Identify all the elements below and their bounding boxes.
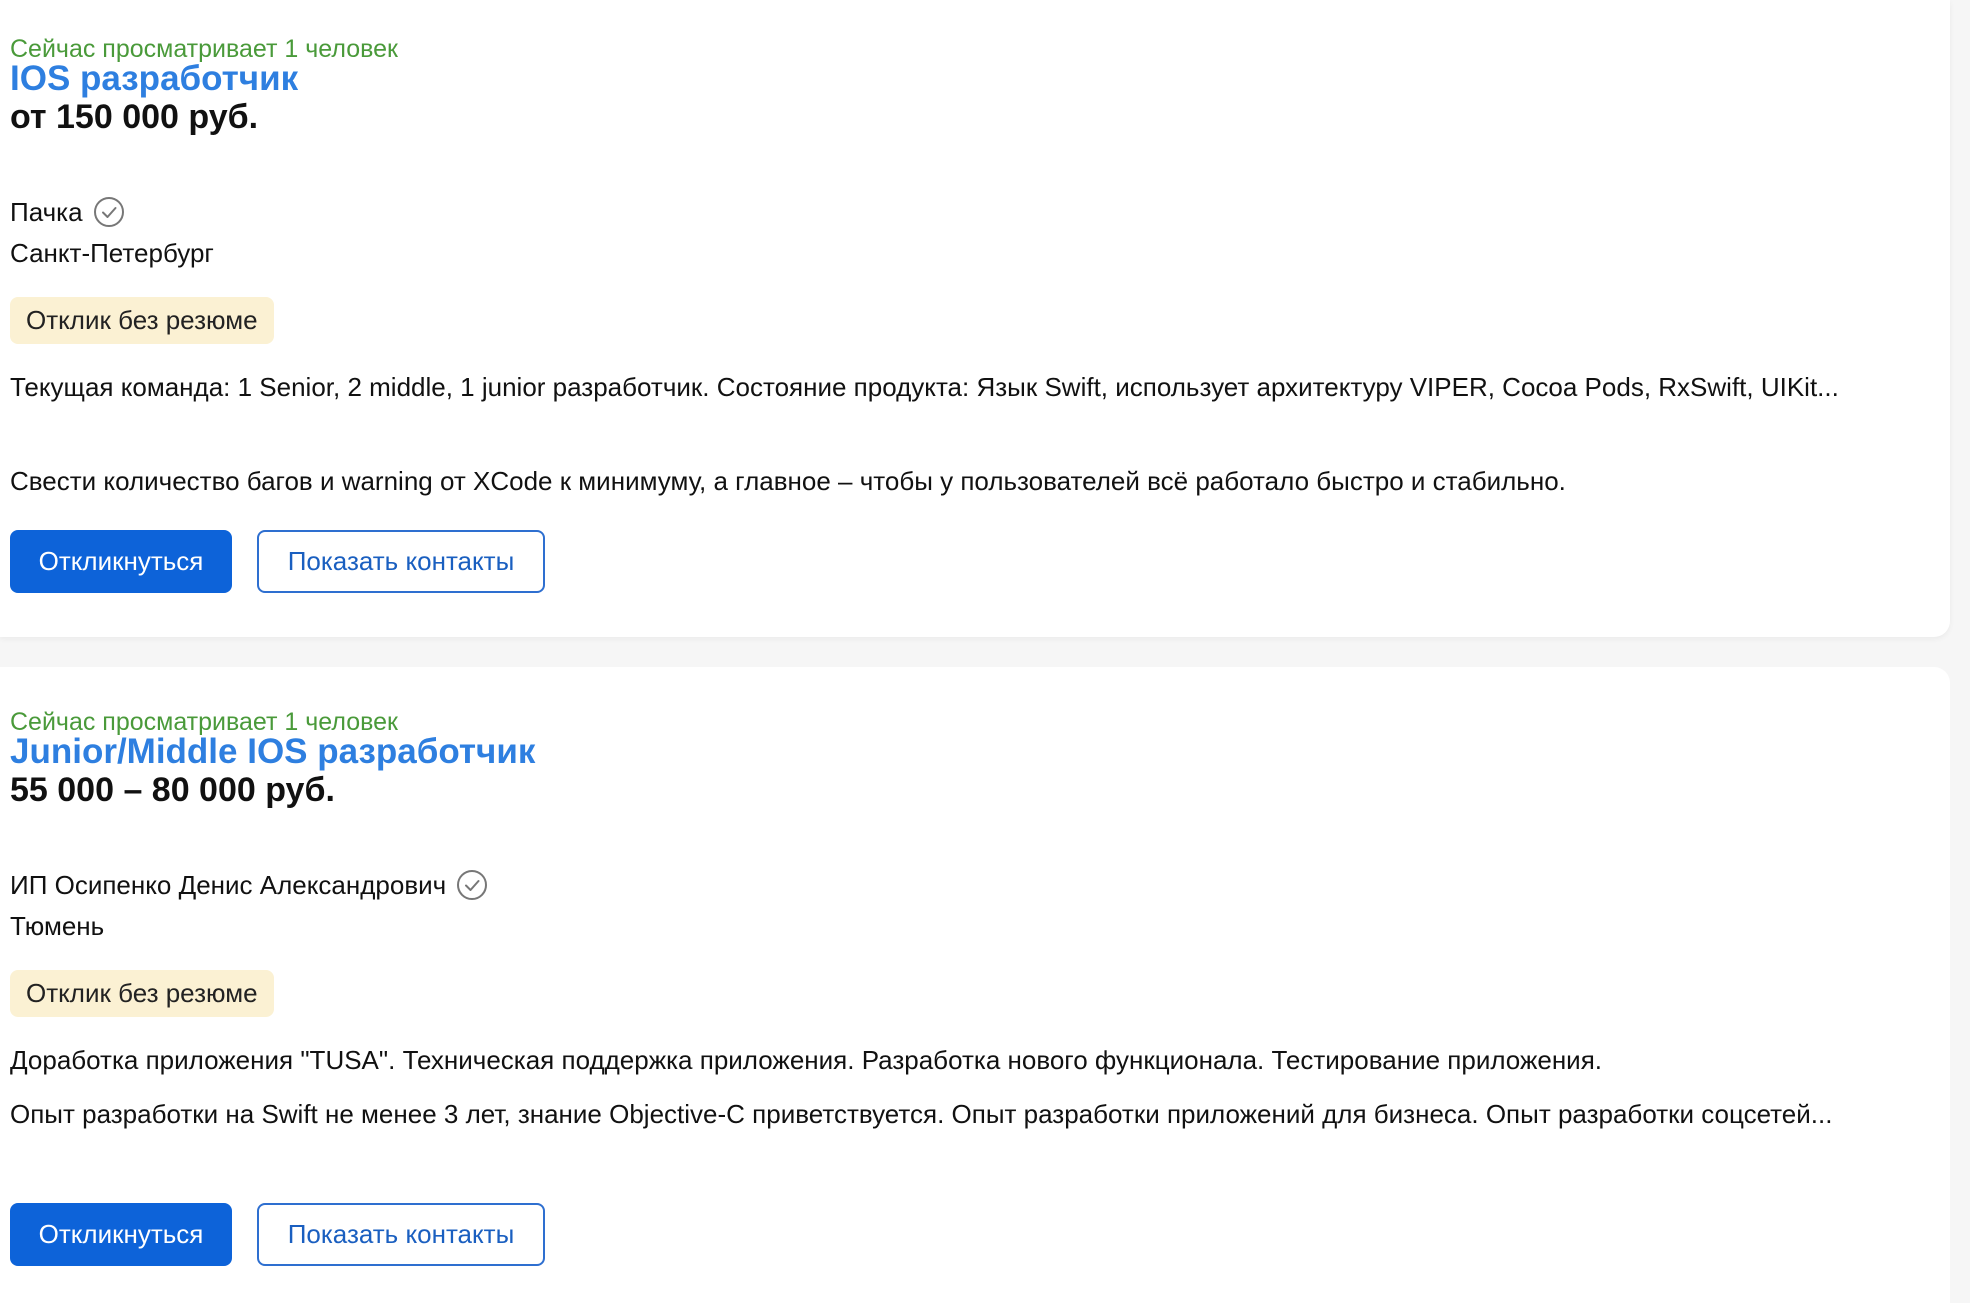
vacancy-description-responsibilities: Текущая команда: 1 Senior, 2 middle, 1 j…	[10, 372, 1839, 402]
respond-button[interactable]: Откликнуться	[10, 530, 232, 593]
no-resume-badge: Отклик без резюме	[10, 970, 274, 1017]
vacancy-city: Тюмень	[10, 911, 105, 941]
vacancy-title-link[interactable]: Junior/Middle IOS разработчик	[10, 731, 535, 773]
vacancy-salary: от 150 000 руб.	[10, 98, 259, 136]
employer-name[interactable]: ИП Осипенко Денис Александрович	[10, 869, 488, 901]
vacancy-card: Сейчас просматривает 1 человек Junior/Mi…	[0, 667, 1950, 1303]
respond-button[interactable]: Откликнуться	[10, 1203, 232, 1266]
employer-name[interactable]: Пачка	[10, 196, 125, 228]
vacancy-description-requirements: Свести количество багов и warning от XCo…	[10, 466, 1566, 496]
no-resume-badge: Отклик без резюме	[10, 297, 274, 344]
show-contacts-button[interactable]: Показать контакты	[257, 530, 545, 593]
vacancy-description-responsibilities: Доработка приложения "TUSA". Техническая…	[10, 1045, 1603, 1075]
employer-name-label: Пачка	[10, 197, 83, 227]
show-contacts-button[interactable]: Показать контакты	[257, 1203, 545, 1266]
vacancy-list: Сейчас просматривает 1 человек IOS разра…	[0, 0, 1970, 1303]
check-circle-icon	[457, 870, 488, 900]
vacancy-salary: 55 000 – 80 000 руб.	[10, 771, 335, 809]
employer-name-label: ИП Осипенко Денис Александрович	[10, 870, 447, 900]
check-circle-icon	[93, 197, 124, 227]
vacancy-title-link[interactable]: IOS разработчик	[10, 58, 298, 100]
vacancy-city: Санкт-Петербург	[10, 238, 214, 268]
vacancy-card: Сейчас просматривает 1 человек IOS разра…	[0, 0, 1950, 637]
vacancy-description-requirements: Опыт разработки на Swift не менее 3 лет,…	[10, 1099, 1833, 1129]
